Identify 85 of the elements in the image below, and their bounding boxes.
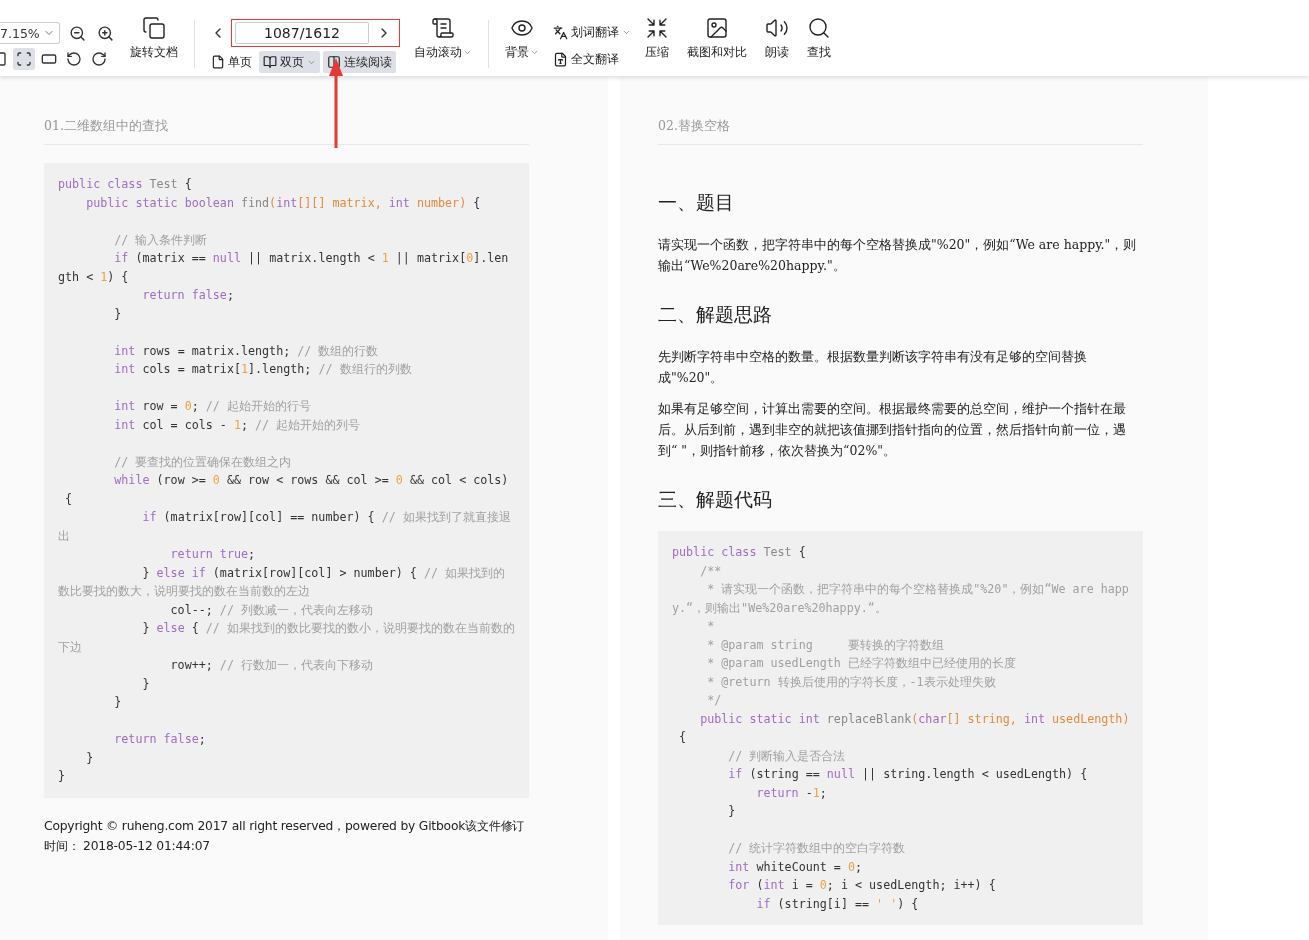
code-line: int row = 0; // 起始开始的行号	[113, 398, 312, 415]
code-line: y.“，则输出"We%20are%20happy.“。	[672, 599, 888, 617]
document-icon	[553, 52, 568, 67]
compress-icon	[645, 16, 669, 40]
section-heading: 二、解题思路	[658, 302, 773, 327]
view-mode-button[interactable]: 双页	[259, 51, 320, 73]
code-line: gth < 1) {	[58, 268, 130, 286]
code-line: if (matrix == null || matrix.length < 1 || matrix[0].len	[113, 250, 510, 267]
code-line: } else if (matrix[row][col] > number) { // 如果找到的	[141, 564, 507, 582]
auto-scroll-button[interactable]: 自动滚动	[410, 16, 476, 76]
speaker-icon	[765, 16, 789, 40]
translate-button[interactable]: 划词翻译	[553, 24, 631, 41]
code-line: /**	[699, 562, 723, 580]
code-line: // 判断输入是否合法	[727, 747, 847, 765]
chapter-title: 01.二维数组中的查找	[44, 118, 529, 145]
view-mode-button[interactable]: 连续阅读	[323, 51, 396, 73]
code-line: return true;	[169, 546, 257, 563]
code-line: } else { // 如果找到的数比要找的数小，说明要找的数在当前数的	[141, 620, 516, 637]
code-line: */	[706, 692, 723, 709]
code-line: }	[727, 803, 737, 820]
code-line: 出	[58, 527, 71, 545]
code-line: public class Test {	[672, 544, 807, 561]
code-line: // 输入条件判断	[113, 231, 209, 249]
page-field[interactable]: 1087/1612	[235, 22, 369, 44]
code-line: return false;	[113, 731, 207, 748]
paragraph: 如果有足够空间，计算出需要的空间。根据最终需要的总空间，维护一个指针在最后。从后到前，遇到非空的就把该值挪到指针指向的位置，然后指针向前一位，遇到“ "，则指针前移，依次替换为“02%"。	[658, 400, 1127, 460]
translate-icon	[553, 25, 568, 40]
code-line: if (string[i] == ' ') {	[755, 895, 920, 913]
screenshot-compare-button[interactable]: 截图和对比	[683, 16, 751, 76]
paragraph: 请实现一个函数，把字符串中的每个空格替换成"%20"，例如“We are happy."，则输出“We%20are%20happy."。	[658, 236, 1138, 275]
open-book-icon	[263, 55, 277, 69]
zoom-field[interactable]: 7.15%	[0, 22, 60, 44]
search-icon	[807, 16, 831, 40]
code-line: *	[706, 618, 716, 635]
translate-button[interactable]: 全文翻译	[553, 51, 631, 68]
code-line: int cols = matrix[1].length; // 数组行的列数	[113, 361, 413, 378]
code-line: int col = cols - 1; // 起始开始的列号	[113, 416, 362, 434]
rotate-document-button[interactable]: 旋转文档	[126, 16, 182, 76]
code-line: public class Test {	[58, 176, 193, 193]
code-line: // 要查找的位置确保在数组之内	[113, 453, 293, 471]
code-line: {	[678, 729, 688, 746]
code-line: 数比要找的数大，说明要找的数在当前数的左边	[58, 583, 311, 600]
code-line: if (matrix[row][col] == number) { // 如果找到了就直接退	[141, 509, 512, 526]
scroll-icon	[431, 16, 455, 40]
code-line: }	[58, 768, 67, 785]
caret-icon	[530, 48, 539, 57]
paragraph: 先判断字符串中空格的数量。根据数量判断该字符串有没有足够的空间替换成"%20"。	[658, 348, 1088, 387]
columns-icon	[327, 55, 341, 69]
read-aloud-button[interactable]: 朗读	[761, 16, 793, 76]
compress-button[interactable]: 压缩	[641, 16, 673, 76]
caret-icon	[463, 48, 472, 57]
code-line: }	[141, 675, 151, 693]
code-line: * @return 转换后使用的字符长度，-1表示处理失败	[706, 673, 997, 691]
code-line: }	[113, 305, 123, 323]
chapter-title: 02.替换空格	[658, 118, 1143, 145]
code-line: * @param string 要转换的字符数组	[706, 636, 945, 654]
code-line: {	[64, 490, 74, 508]
code-line: col--; // 列数减一，代表向左移动	[169, 601, 374, 619]
code-line: if (string == null || string.length < usedLength) {	[727, 766, 1089, 783]
copyright-text: Copyright © ruheng.com 2017 all right reserved，powered by Gitbook该文件修订时间： 2018-05-12 01:44:07	[44, 817, 526, 855]
view-mode-button[interactable]: 单页	[207, 51, 256, 73]
code-line: * @param usedLength 已经字符数组中已经使用的长度	[706, 655, 1017, 672]
code-line: public static boolean find(int[][] matrix, int number) {	[85, 194, 482, 212]
stacked-pages-icon	[142, 16, 166, 40]
code-line: * 请实现一个函数，把字符串中的每个空格替换成"%20"，例如“We are happ	[706, 581, 1130, 598]
search-button[interactable]: 查找	[803, 16, 835, 76]
code-line: }	[85, 749, 95, 767]
code-line: return -1;	[755, 784, 828, 802]
code-line: row++; // 行数加一，代表向下移动	[169, 657, 374, 674]
section-heading: 一、题目	[658, 190, 735, 215]
code-line: for (int i = 0; i < usedLength; i++) {	[727, 877, 997, 894]
code-line: }	[113, 694, 123, 711]
code-line: int whiteCount = 0;	[727, 858, 863, 876]
code-line: while (row >= 0 && row < rows && col >= 0 && col < cols)	[113, 472, 510, 489]
page-frame-icon[interactable]	[13, 48, 35, 70]
code-line: public static int replaceBlank(char[] string, int usedLength)	[699, 710, 1131, 728]
code-line: return false;	[141, 287, 235, 304]
background-button[interactable]: 背景	[501, 16, 543, 76]
image-icon	[705, 16, 729, 40]
section-heading: 三、解题代码	[658, 487, 773, 512]
page-icon	[211, 55, 225, 69]
caret-icon	[622, 28, 631, 37]
code-line: int rows = matrix.length; // 数组的行数	[113, 342, 380, 360]
code-line: // 统计字符数组中的空白字符数	[727, 840, 907, 857]
code-line: 下边	[58, 638, 83, 656]
